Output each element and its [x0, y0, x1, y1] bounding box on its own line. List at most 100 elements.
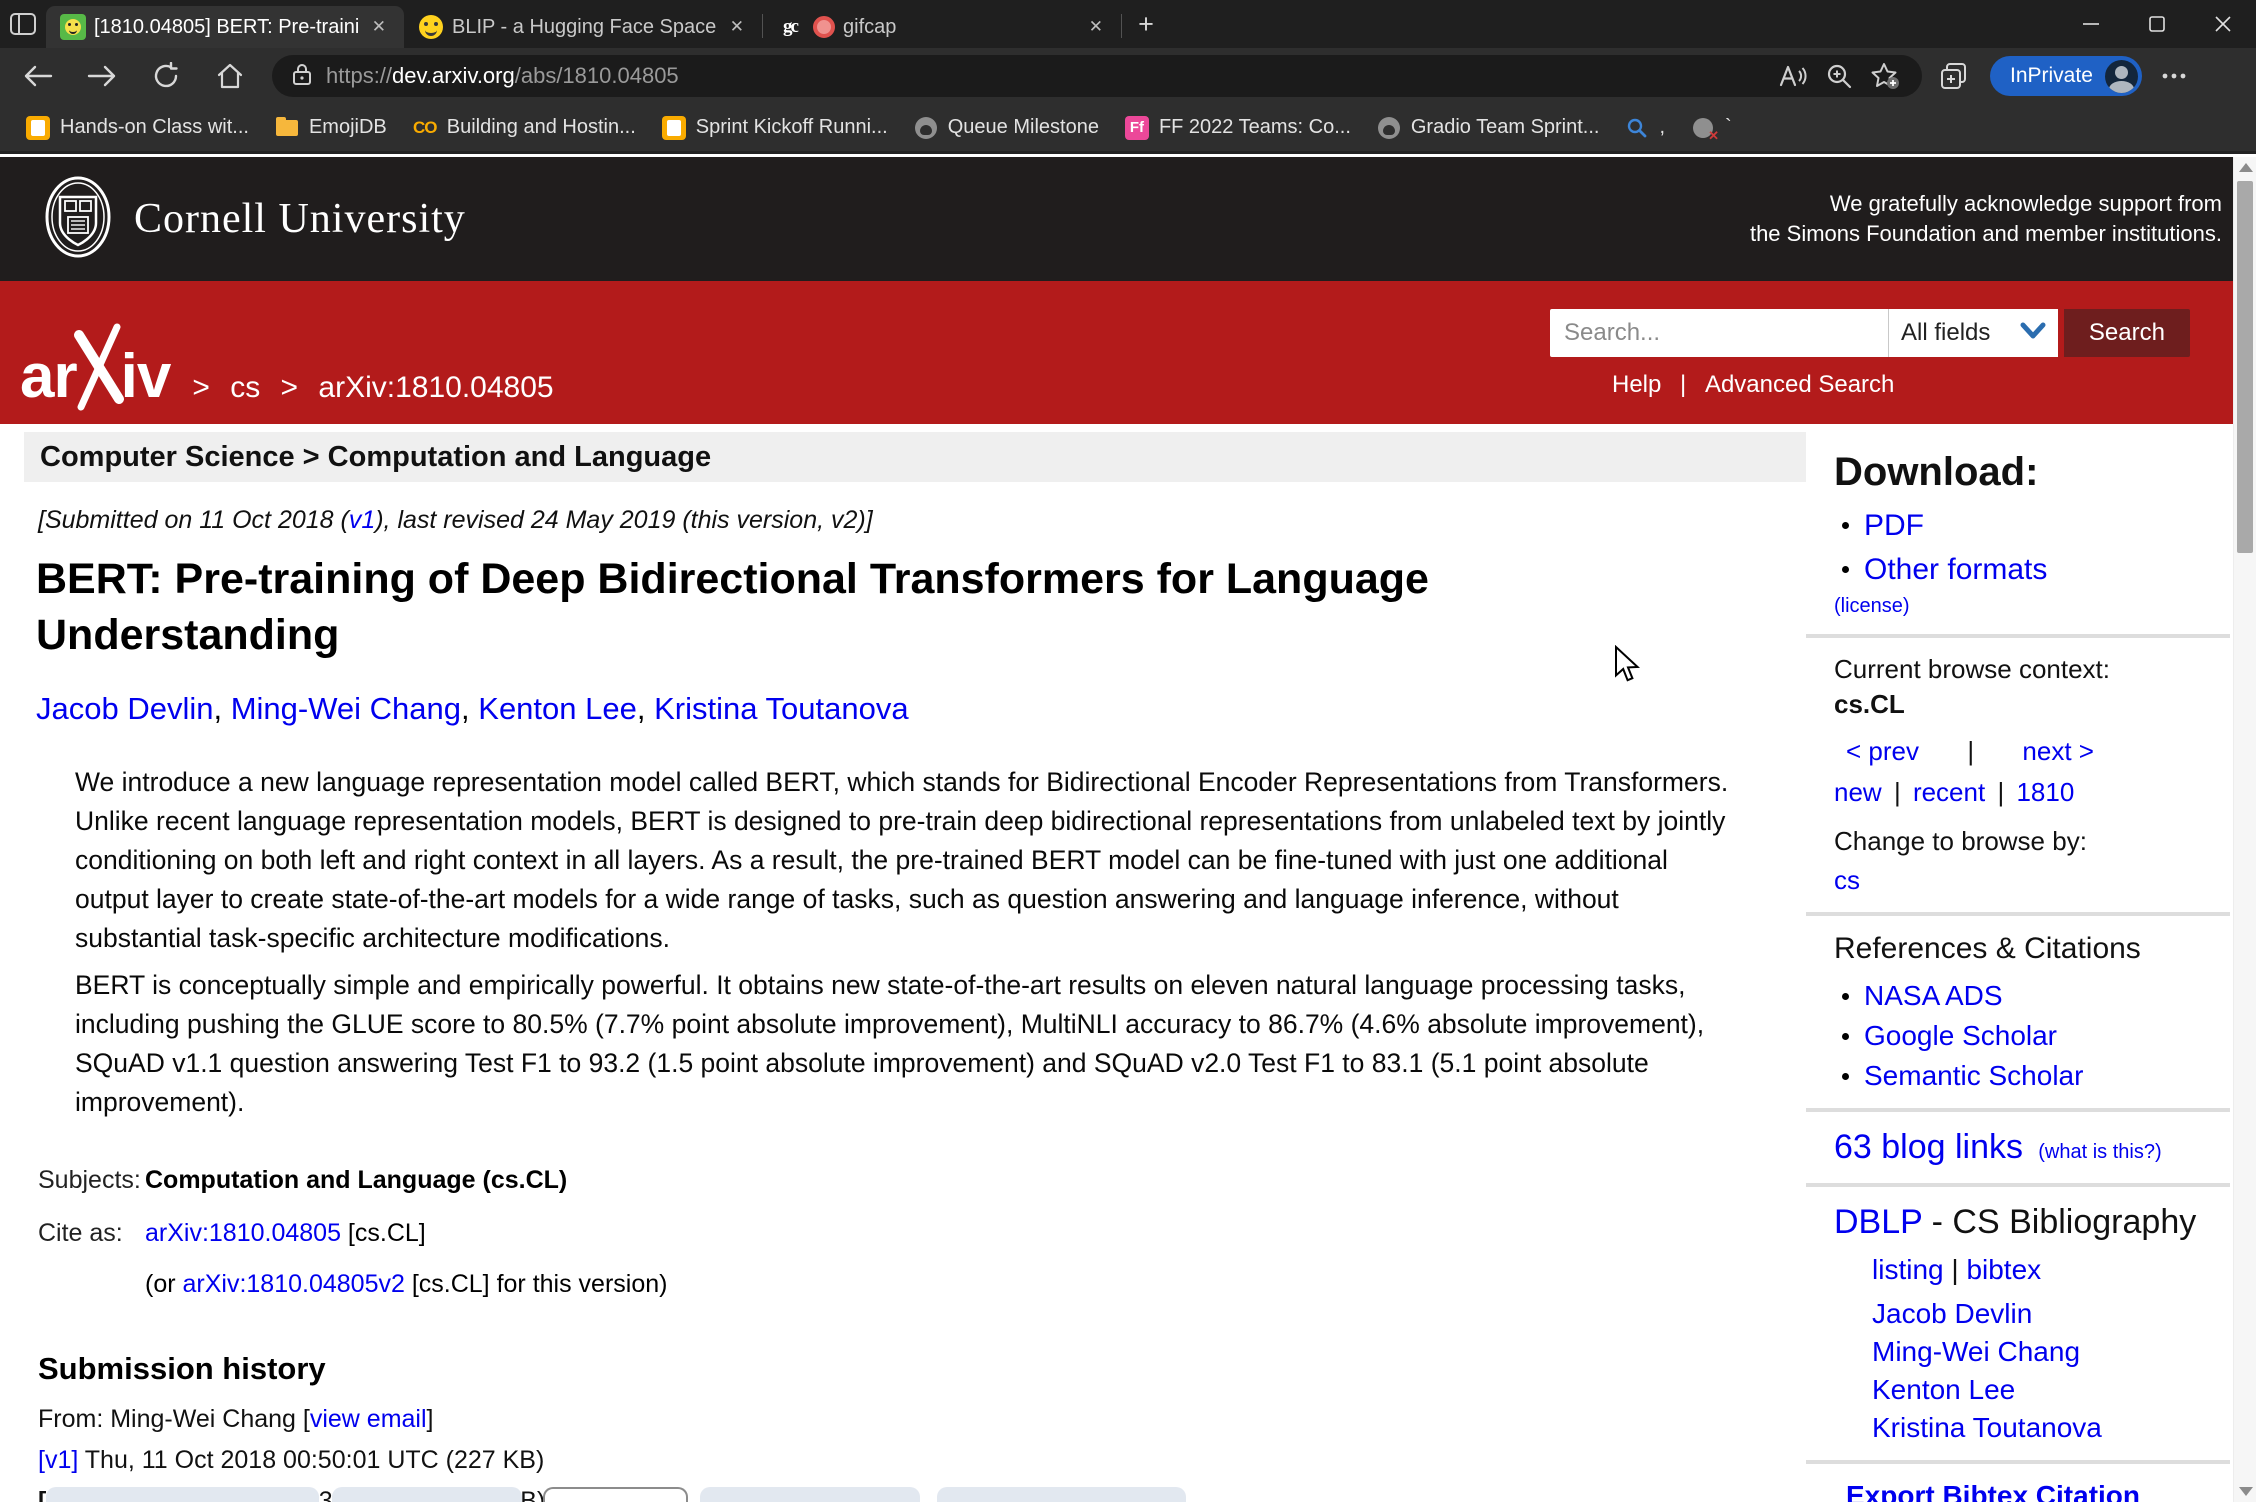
- minimize-button[interactable]: [2058, 0, 2124, 48]
- labs-tab[interactable]: [937, 1487, 1186, 1502]
- cite-version-link[interactable]: arXiv:1810.04805v2: [183, 1270, 405, 1298]
- tab-close-icon[interactable]: ✕: [1083, 15, 1109, 39]
- change-browse-label: Change to browse by:: [1834, 826, 2087, 856]
- dblp-link[interactable]: DBLP: [1834, 1203, 1922, 1241]
- mouse-cursor: [1614, 644, 1641, 688]
- semantic-scholar-link[interactable]: Semantic Scholar: [1864, 1060, 2083, 1091]
- cornell-wordmark[interactable]: Cornell University: [134, 195, 466, 243]
- bookmark-item[interactable]: Ff FF 2022 Teams: Co...: [1124, 115, 1351, 140]
- bookmark-item[interactable]: `: [1691, 116, 1732, 144]
- zoom-icon[interactable]: [1816, 57, 1862, 95]
- author-link[interactable]: Ming-Wei Chang: [231, 691, 461, 726]
- search-button[interactable]: Search: [2063, 309, 2190, 357]
- advanced-search-link[interactable]: Advanced Search: [1705, 371, 1894, 398]
- view-email-link[interactable]: view email: [310, 1405, 427, 1433]
- license-link[interactable]: (license): [1834, 595, 1910, 617]
- browser-tab-gifcap[interactable]: gc gifcap ✕: [763, 6, 1121, 48]
- bookmark-item[interactable]: EmojiDB: [275, 116, 387, 140]
- scroll-up-icon[interactable]: [2239, 163, 2253, 172]
- tab-close-icon[interactable]: ✕: [366, 15, 392, 39]
- arxiv-banner: ar iv > cs > arXiv:1810.04805 All fields: [0, 281, 2256, 424]
- export-bibtex-link[interactable]: Export Bibtex Citation: [1834, 1480, 2140, 1502]
- browser-tab-blip[interactable]: BLIP - a Hugging Face Space by S ✕: [404, 6, 762, 48]
- close-window-button[interactable]: [2190, 0, 2256, 48]
- browse-cs-link[interactable]: cs: [1834, 865, 1860, 895]
- dblp-author-link[interactable]: Kenton Lee: [1872, 1374, 2015, 1405]
- address-bar[interactable]: https://dev.arxiv.org/abs/1810.04805: [272, 55, 1922, 97]
- blog-links[interactable]: 63 blog links: [1834, 1128, 2023, 1166]
- figma-icon: Ff: [1124, 115, 1149, 140]
- sidebar-divider: [1806, 634, 2230, 638]
- collections-icon[interactable]: [1930, 55, 1978, 97]
- folder-icon: [275, 116, 299, 140]
- bookmark-item[interactable]: Sprint Kickoff Runni...: [661, 115, 888, 140]
- other-formats-link[interactable]: Other formats: [1864, 553, 2047, 586]
- nasa-ads-link[interactable]: NASA ADS: [1864, 980, 2003, 1011]
- tab-close-icon[interactable]: ✕: [724, 15, 750, 39]
- next-link[interactable]: next >: [2022, 736, 2094, 767]
- dblp-author-link[interactable]: Ming-Wei Chang: [1872, 1336, 2080, 1367]
- cite-arxiv-link[interactable]: arXiv:1810.04805: [145, 1219, 341, 1247]
- recent-link[interactable]: recent: [1913, 777, 1985, 807]
- tab-title: BLIP - a Hugging Face Space by S: [452, 15, 716, 38]
- dblp-author-link[interactable]: Kristina Toutanova: [1872, 1412, 2102, 1443]
- maximize-button[interactable]: [2124, 0, 2190, 48]
- refresh-button[interactable]: [140, 54, 192, 98]
- bookmarks-bar: Hands-on Class wit... EmojiDB CO Building…: [0, 104, 2256, 154]
- new-tab-button[interactable]: +: [1126, 6, 1166, 42]
- breadcrumb-paper-id[interactable]: arXiv:1810.04805: [318, 371, 553, 404]
- author-link[interactable]: Kenton Lee: [478, 691, 637, 726]
- author-link[interactable]: Jacob Devlin: [36, 691, 213, 726]
- dblp-listing-link[interactable]: listing: [1872, 1254, 1944, 1285]
- what-is-this-link[interactable]: (what is this?): [2038, 1141, 2161, 1163]
- cite-as-label: Cite as:: [38, 1219, 123, 1247]
- add-favorite-star-icon[interactable]: [1862, 57, 1908, 95]
- labs-tab[interactable]: [700, 1487, 920, 1502]
- scrollbar-thumb[interactable]: [2237, 181, 2253, 553]
- dblp-author-link[interactable]: Jacob Devlin: [1872, 1298, 2032, 1329]
- gifcap-favicon-icon: gc: [783, 16, 799, 37]
- search-input[interactable]: [1550, 309, 1888, 357]
- url-text[interactable]: https://dev.arxiv.org/abs/1810.04805: [326, 63, 679, 89]
- google-scholar-link[interactable]: Google Scholar: [1864, 1020, 2057, 1051]
- v1-link[interactable]: v1: [349, 506, 375, 534]
- bookmark-item[interactable]: Hands-on Class wit...: [26, 115, 249, 140]
- download-pdf-link[interactable]: PDF: [1864, 509, 1924, 542]
- settings-more-icon[interactable]: [2150, 55, 2198, 97]
- labs-tab[interactable]: [332, 1487, 522, 1502]
- browser-tab-arxiv[interactable]: [1810.04805] BERT: Pre-training o ✕: [46, 6, 404, 48]
- lock-icon[interactable]: [292, 62, 312, 91]
- profile-avatar[interactable]: [2104, 59, 2138, 93]
- bookmark-item[interactable]: Queue Milestone: [914, 116, 1099, 140]
- labs-tab-active[interactable]: [543, 1487, 688, 1502]
- author-link[interactable]: Kristina Toutanova: [654, 691, 908, 726]
- help-link[interactable]: Help: [1612, 371, 1661, 398]
- month-link[interactable]: 1810: [2016, 777, 2074, 807]
- bookmark-item[interactable]: Gradio Team Sprint...: [1377, 116, 1599, 140]
- arxivlabs-tabs: [0, 1487, 1806, 1502]
- search-field-select[interactable]: All fields: [1888, 309, 2058, 357]
- dblp-bibtex-link[interactable]: bibtex: [1966, 1254, 2041, 1285]
- v1-history-link[interactable]: [v1]: [38, 1446, 78, 1474]
- inprivate-badge[interactable]: InPrivate: [1990, 56, 2142, 96]
- home-button[interactable]: [204, 54, 256, 98]
- back-button[interactable]: [12, 54, 64, 98]
- labs-tab[interactable]: [46, 1487, 319, 1502]
- breadcrumb-cs-link[interactable]: cs: [230, 371, 260, 404]
- forward-button[interactable]: [76, 54, 128, 98]
- scroll-down-icon[interactable]: [2239, 1487, 2253, 1496]
- arxiv-logo-x-icon: [73, 321, 125, 418]
- new-link[interactable]: new: [1834, 777, 1882, 807]
- prev-link[interactable]: < prev: [1846, 736, 1919, 767]
- tab-actions-button[interactable]: [0, 4, 46, 44]
- cornell-seal-icon: [44, 175, 112, 264]
- arxiv-logo[interactable]: ar: [20, 341, 78, 412]
- arxiv-logo[interactable]: iv: [121, 341, 172, 412]
- bookmark-item[interactable]: CO Building and Hostin...: [413, 116, 636, 140]
- tab-title: [1810.04805] BERT: Pre-training o: [94, 15, 358, 38]
- bookmark-item[interactable]: ,: [1625, 116, 1665, 140]
- download-heading: Download:: [1834, 450, 2039, 494]
- read-aloud-icon[interactable]: [1770, 57, 1816, 95]
- browse-context-label: Current browse context:: [1834, 654, 2111, 684]
- page-scrollbar[interactable]: [2233, 157, 2256, 1502]
